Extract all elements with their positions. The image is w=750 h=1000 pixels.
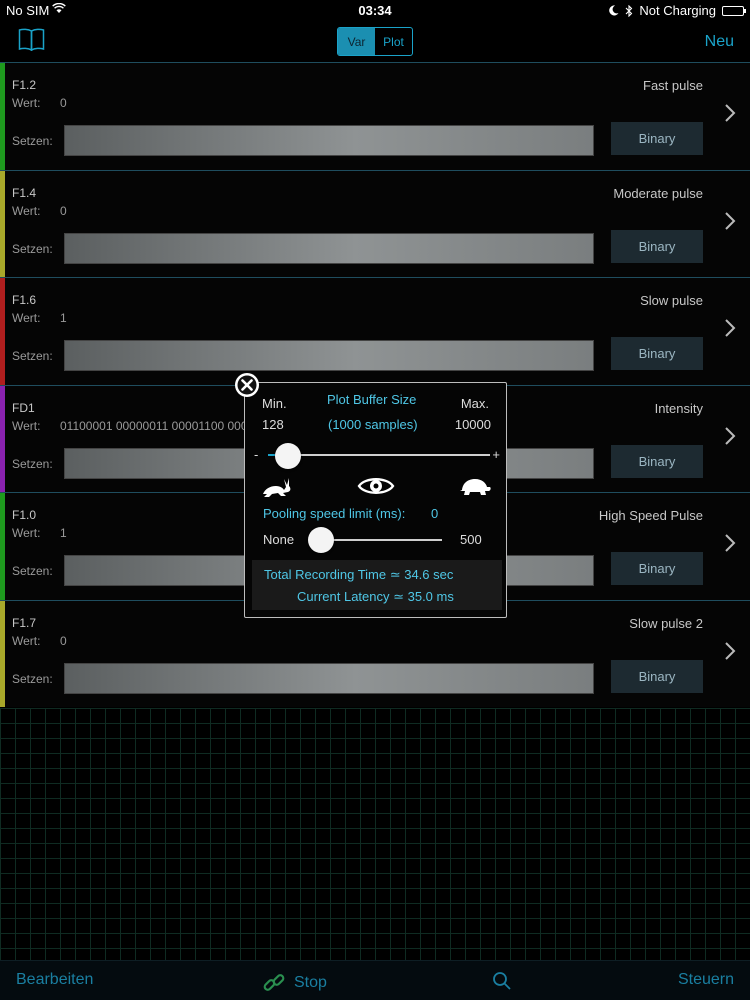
link-icon (263, 974, 285, 991)
min-label: Min. (262, 396, 287, 411)
charging-label: Not Charging (639, 3, 716, 18)
current-latency: Current Latency ≃ 35.0 ms (297, 589, 454, 604)
pooling-slider[interactable] (308, 527, 442, 553)
max-label: Max. (460, 396, 489, 411)
stop-label: Stop (294, 974, 327, 991)
value-label: Wert: (12, 633, 41, 648)
binary-button[interactable]: Binary (611, 444, 703, 478)
slider-plus-label: + (492, 447, 500, 462)
value-label: Wert: (12, 526, 41, 540)
recording-info: Total Recording Time ≃ 34.6 sec Current … (252, 560, 502, 610)
variable-name: F1.4 (12, 185, 37, 200)
book-icon[interactable] (18, 28, 45, 51)
search-icon[interactable] (492, 971, 512, 991)
variable-value: 0 (60, 203, 67, 218)
nav-bar: Var Plot Neu (0, 22, 750, 62)
moon-icon (609, 5, 619, 16)
samples-label: (1000 samples) (328, 417, 418, 432)
plot-grid (0, 708, 750, 960)
bluetooth-icon (626, 4, 633, 17)
value-label: Wert: (12, 96, 41, 110)
variable-description: Fast pulse (643, 78, 703, 93)
chevron-right-icon[interactable] (724, 533, 736, 553)
stop-button[interactable]: Stop (262, 971, 327, 995)
variable-value: 0 (60, 633, 67, 648)
pooling-value: 0 (431, 506, 439, 521)
set-label: Setzen: (12, 349, 53, 363)
chevron-right-icon[interactable] (724, 426, 736, 446)
segment-plot[interactable]: Plot (375, 28, 412, 55)
binary-button[interactable]: Binary (611, 552, 703, 585)
variable-name: F1.7 (12, 615, 37, 630)
variable-name: F1.2 (12, 78, 37, 92)
binary-button[interactable]: Binary (611, 229, 703, 263)
slider-knob[interactable] (308, 527, 334, 553)
min-value: 128 (262, 417, 284, 432)
pooling-min-label: None (263, 532, 295, 547)
variable-description: Slow pulse (640, 293, 703, 308)
variable-description: Slow pulse 2 (629, 615, 703, 631)
variable-name: F1.0 (12, 508, 37, 522)
slider-knob[interactable] (274, 443, 301, 469)
set-label: Setzen: (12, 564, 53, 578)
turtle-icon (460, 479, 491, 495)
recording-time: Total Recording Time ≃ 34.6 sec (264, 567, 454, 582)
status-bar: No SIM 03:34 Not Charging (0, 0, 750, 22)
color-bar (0, 170, 5, 277)
binary-button[interactable]: Binary (611, 337, 703, 370)
variable-name: F1.6 (12, 293, 37, 307)
list-item[interactable]: F1.4 Wert: 0 Setzen: Binary Moderate pul… (0, 169, 750, 277)
set-value-field[interactable] (64, 662, 594, 694)
value-label: Wert: (12, 203, 41, 218)
variable-description: High Speed Pulse (598, 508, 703, 523)
edit-button[interactable]: Bearbeiten (16, 971, 93, 989)
color-bar (0, 493, 5, 600)
variable-description: Intensity (654, 400, 703, 416)
control-button[interactable]: Steuern (678, 971, 734, 989)
value-label: Wert: (12, 418, 41, 433)
binary-button[interactable]: Binary (611, 122, 703, 155)
color-bar (0, 600, 5, 707)
chevron-right-icon[interactable] (724, 211, 736, 231)
pooling-label: Pooling speed limit (ms): (263, 506, 406, 521)
variable-value: 1 (60, 311, 67, 325)
plot-buffer-popup: Min. 128 Plot Buffer Size (1000 samples)… (235, 373, 507, 618)
bottom-toolbar: Bearbeiten Stop Steuern (0, 960, 750, 1000)
buffer-size-slider[interactable]: - + (252, 443, 502, 469)
new-button[interactable]: Neu (705, 33, 734, 51)
rabbit-icon (263, 478, 291, 497)
slider-track (268, 454, 490, 456)
set-value-field[interactable] (64, 125, 594, 156)
variable-name: FD1 (12, 400, 35, 415)
close-icon[interactable] (234, 372, 260, 398)
set-label: Setzen: (12, 241, 53, 256)
color-bar (0, 63, 5, 170)
chevron-right-icon[interactable] (724, 318, 736, 338)
variable-value: 0 (60, 96, 67, 110)
eye-icon (357, 478, 395, 494)
slider-minus-label: - (254, 447, 259, 462)
battery-icon (722, 5, 746, 16)
segment-var[interactable]: Var (338, 28, 375, 55)
value-label: Wert: (12, 311, 41, 325)
popup-title: Plot Buffer Size (327, 392, 417, 407)
chevron-right-icon[interactable] (724, 103, 736, 123)
set-label: Setzen: (12, 671, 53, 686)
list-item[interactable]: F1.2 Wert: 0 Setzen: Binary Fast pulse (0, 62, 750, 170)
pooling-max-label: 500 (460, 532, 482, 547)
color-bar (0, 385, 5, 492)
color-bar (0, 278, 5, 385)
set-label: Setzen: (12, 456, 53, 471)
max-value: 10000 (454, 417, 491, 432)
set-value-field[interactable] (64, 340, 594, 371)
variable-description: Moderate pulse (613, 185, 703, 201)
chevron-right-icon[interactable] (724, 641, 736, 661)
binary-button[interactable]: Binary (611, 659, 703, 693)
set-value-field[interactable] (64, 232, 594, 264)
variable-value: 1 (60, 526, 67, 540)
view-segmented-control: Var Plot (337, 27, 413, 56)
set-label: Setzen: (12, 134, 53, 148)
list-item[interactable]: F1.6 Wert: 1 Setzen: Binary Slow pulse (0, 277, 750, 385)
